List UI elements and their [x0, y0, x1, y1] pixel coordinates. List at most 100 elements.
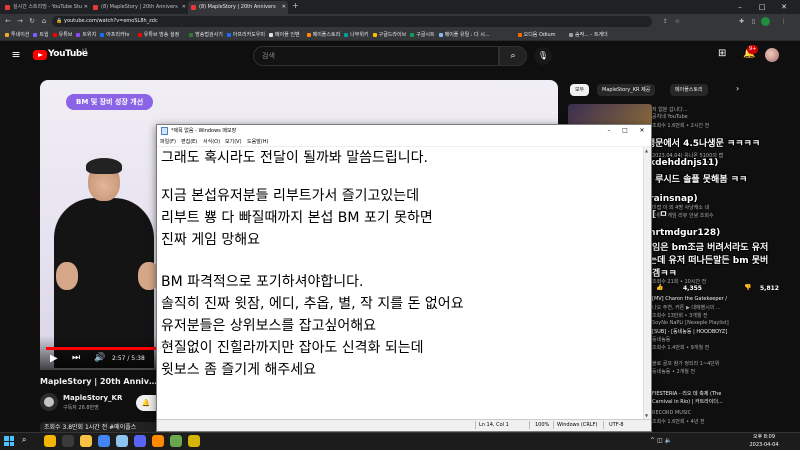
bookmark-favicon-icon: [269, 33, 273, 37]
bookmark-label: 구글시트: [416, 32, 435, 38]
menu-help[interactable]: 도움말(H): [247, 137, 268, 147]
taskbar-app-chrome-2-icon[interactable]: [98, 435, 110, 447]
play-icon[interactable]: ▶: [50, 353, 58, 364]
rec-title[interactable]: [SUB] - [동네농동 | HOODBOYZ]: [652, 328, 800, 335]
rec-thumbnail[interactable]: [568, 104, 652, 126]
taskbar-search-icon[interactable]: ⌕: [22, 435, 26, 445]
close-tab-icon[interactable]: ✕: [282, 1, 286, 14]
notepad-close-icon[interactable]: ✕: [634, 125, 650, 137]
bookmark-item[interactable]: 투네이션: [4, 29, 29, 41]
close-tab-icon[interactable]: ✕: [182, 1, 186, 14]
home-icon[interactable]: ⌂: [38, 14, 50, 29]
browser-tab-maple-1[interactable]: (8) MapleStory | 20th Annivers ✕: [90, 1, 188, 14]
bookmark-favicon-icon: [569, 33, 573, 37]
address-bar[interactable]: 🔒 youtube.com/watch?v=emoSL8h_zdc: [52, 16, 652, 27]
sidebar-icon[interactable]: ▯: [748, 14, 759, 29]
taskbar-app-game-icon[interactable]: [170, 435, 182, 447]
text-line: BM 파격적으로 포기하셔야합니다.: [161, 274, 364, 290]
rec-title[interactable]: [MV] Charon the Gatekeeper /: [652, 296, 800, 302]
taskbar-app-discord-icon[interactable]: [134, 435, 146, 447]
browser-tab-maple-2[interactable]: (8) MapleStory | 20th Annivers ✕: [188, 1, 288, 14]
notepad-vertical-scrollbar[interactable]: ▲ ▼: [643, 147, 651, 419]
youtube-logo-icon[interactable]: [33, 50, 47, 60]
menu-dots-icon[interactable]: ⋮: [778, 14, 789, 29]
menu-format[interactable]: 서식(O): [203, 137, 220, 147]
taskbar-app-notepad-icon[interactable]: [116, 435, 128, 447]
star-icon[interactable]: ☆: [672, 14, 683, 29]
notepad-minimize-icon[interactable]: –: [601, 125, 617, 137]
taskbar-app-maple-icon[interactable]: [152, 435, 164, 447]
close-tab-icon[interactable]: ✕: [84, 1, 88, 14]
bookmark-item[interactable]: 트위치: [75, 29, 96, 41]
windows-start-icon[interactable]: [4, 436, 14, 446]
new-tab-button[interactable]: +: [292, 1, 299, 10]
chip-maplestory[interactable]: 메이플스토리: [670, 84, 708, 96]
network-icon[interactable]: ◫: [657, 437, 663, 444]
bookmark-item[interactable]: 메이플스토리: [306, 29, 340, 41]
search-button[interactable]: ⌕: [499, 46, 527, 66]
rec-meta: 볼로 골프 참가 정되라 1~4단위: [652, 361, 720, 367]
create-video-icon[interactable]: ⊞: [718, 48, 726, 59]
volume-icon[interactable]: 🔊: [94, 353, 105, 363]
scroll-down-icon[interactable]: ▼: [645, 413, 648, 418]
bookmark-item[interactable]: 아프리카도우미: [226, 29, 265, 41]
chip-all[interactable]: 모두: [570, 84, 590, 96]
bookmark-item[interactable]: 오디움 Odium: [517, 29, 556, 41]
menu-view[interactable]: 보기(V): [225, 137, 242, 147]
notepad-maximize-icon[interactable]: □: [617, 125, 633, 137]
speaker-icon[interactable]: 🔈: [665, 437, 672, 444]
bookmark-item[interactable]: 숨작... - 트게더: [568, 29, 608, 41]
dislike-icon[interactable]: 👎: [744, 284, 751, 291]
bookmark-item[interactable]: 방송법검사기: [188, 29, 223, 41]
bookmark-item[interactable]: 트윕: [32, 29, 49, 41]
back-icon[interactable]: ←: [2, 14, 14, 29]
notepad-text-area[interactable]: 그래도 혹시라도 전달이 될까봐 말씀드립니다. 지금 본섭유저분들 리부트가서…: [157, 147, 643, 419]
channel-name[interactable]: MapleStory_KR: [63, 394, 133, 402]
bookmark-item[interactable]: 유튜브: [52, 29, 72, 41]
bookmark-label: 트위치: [82, 32, 97, 38]
bookmark-item[interactable]: 구글드라이브: [372, 29, 406, 41]
taskbar-app-chrome-icon[interactable]: [44, 435, 56, 447]
profile-icon[interactable]: [761, 17, 770, 26]
status-divider: [603, 421, 604, 429]
rec-title[interactable]: FIESTERIA - 리오 데 축제 (The: [652, 390, 800, 397]
menu-file[interactable]: 파일(F): [160, 137, 176, 147]
bookmark-favicon-icon: [33, 33, 38, 37]
bookmark-item[interactable]: 메이플 유틸 : 다 시...: [438, 29, 490, 41]
taskbar-clock[interactable]: 오후 8:09 2023-04-04: [744, 433, 784, 449]
share-icon[interactable]: ⇪: [660, 14, 671, 29]
subscribe-bell-button[interactable]: 🔔: [136, 395, 156, 411]
status-divider: [529, 421, 530, 429]
tray-chevron-icon[interactable]: ^: [650, 437, 655, 444]
chip-channel[interactable]: MapleStory_KR 제공: [597, 84, 656, 96]
taskbar-app-app-icon[interactable]: [188, 435, 200, 447]
bookmark-item[interactable]: 유튜브 방송 설정: [137, 29, 179, 41]
like-icon[interactable]: 👍: [656, 284, 663, 291]
taskbar-app-obs-icon[interactable]: [62, 435, 74, 447]
bookmark-item[interactable]: 메이플 인벤: [268, 29, 300, 41]
next-video-icon[interactable]: ⏭: [72, 353, 80, 363]
bookmark-item[interactable]: 나무위키: [343, 29, 369, 41]
browser-tab-studio[interactable]: 실시간 스트리밍 - YouTube Stu ✕: [2, 1, 90, 14]
channel-avatar[interactable]: [40, 393, 58, 411]
bookmark-item[interactable]: 구글시트: [409, 29, 435, 41]
minimize-window-icon[interactable]: –: [730, 0, 750, 14]
chips-next-icon[interactable]: ›: [736, 84, 739, 93]
reload-icon[interactable]: ↻: [26, 14, 38, 29]
scroll-up-icon[interactable]: ▲: [645, 148, 648, 153]
search-input[interactable]: 검색: [253, 46, 499, 66]
maximize-window-icon[interactable]: □: [752, 0, 772, 14]
taskbar-app-folder-icon[interactable]: [80, 435, 92, 447]
rec-title[interactable]: 저 없분 갑니다...: [652, 106, 800, 113]
close-window-icon[interactable]: ✕: [774, 0, 794, 14]
voice-search-icon[interactable]: 🎙: [534, 47, 552, 65]
rec-title[interactable]: Carnival in Rio) | 카트라이더...: [652, 398, 800, 405]
bookmark-label: 나무위키: [350, 32, 369, 38]
rec-meta: 나오 주연, 커튼 ▶ 대에벤시의 ...: [652, 305, 721, 311]
menu-edit[interactable]: 편집(E): [181, 137, 197, 147]
bookmark-item[interactable]: 아프리카tv: [99, 29, 130, 41]
extension-icon[interactable]: ✚: [736, 14, 747, 29]
hamburger-menu-icon[interactable]: ≡: [9, 48, 23, 62]
forward-icon[interactable]: →: [14, 14, 26, 29]
account-avatar[interactable]: [765, 48, 779, 62]
